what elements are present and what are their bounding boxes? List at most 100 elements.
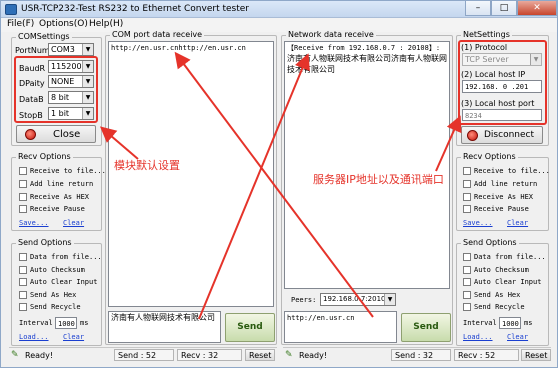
com-settings-title: COMSettings <box>16 32 72 41</box>
annotation-server-ip-port: 服务器IP地址以及通讯端口 <box>313 173 444 186</box>
clear-recv-link[interactable]: Clear <box>63 219 84 227</box>
close-window-button[interactable]: ✕ <box>517 1 557 16</box>
recv-to-file-label: Receive to file... <box>474 167 550 175</box>
status-light-icon <box>25 129 36 140</box>
send-recycle-label: Send Recycle <box>30 303 81 311</box>
auto-checksum-label: Auto Checksum <box>474 266 529 274</box>
close-port-button[interactable]: Close <box>16 125 96 143</box>
highlight-net-settings <box>458 40 547 125</box>
auto-clear-input-checkbox[interactable] <box>19 278 27 286</box>
net-receive-header: 【Receive from 192.168.0.7 : 20108】: <box>287 44 441 52</box>
window-title: USR-TCP232-Test RS232 to Ethernet Conver… <box>21 4 249 14</box>
reset-button[interactable]: Reset <box>521 349 551 361</box>
title-bar: USR-TCP232-Test RS232 to Ethernet Conver… <box>1 1 557 18</box>
send-recycle-checkbox[interactable] <box>463 303 471 311</box>
recv-hex-label: Receive As HEX <box>30 193 90 201</box>
interval-input[interactable]: 1000 <box>55 317 77 329</box>
com-send-button[interactable]: Send <box>225 313 275 342</box>
recv-pause-checkbox[interactable] <box>19 205 27 213</box>
send-hex-checkbox[interactable] <box>463 291 471 299</box>
send-recycle-label: Send Recycle <box>474 303 525 311</box>
auto-clear-input-label: Auto Clear Input <box>474 278 542 286</box>
interval-unit: ms <box>80 319 89 327</box>
send-hex-label: Send As Hex <box>474 291 521 299</box>
menu-options[interactable]: Options(O) <box>39 19 88 29</box>
recv-to-file-checkbox[interactable] <box>463 167 471 175</box>
com-recv-title: Recv Options <box>16 152 73 161</box>
recv-to-file-label: Receive to file... <box>30 167 106 175</box>
net-status-bar: ✎ Ready! Send : 32 Recv : 52 Reset <box>283 347 551 361</box>
send-counter: Send : 52 <box>114 349 174 361</box>
com-send-input[interactable]: 济南有人物联网技术有限公司 <box>108 311 221 343</box>
app-icon <box>5 4 17 15</box>
net-recv-title: Recv Options <box>461 152 518 161</box>
recv-pause-label: Receive Pause <box>30 205 85 213</box>
annotation-default-settings: 模块默认设置 <box>114 159 180 172</box>
chevron-down-icon: ▼ <box>82 44 93 55</box>
com-receive-area[interactable]: http://en.usr.cnhttp://en.usr.cn <box>108 41 274 307</box>
com-status-bar: ✎ Ready! Send : 52 Recv : 32 Reset <box>9 347 277 361</box>
peers-select[interactable]: 192.168.0.7:20108 ▼ <box>320 293 396 306</box>
recv-hex-label: Receive As HEX <box>474 193 534 201</box>
net-send-button[interactable]: Send <box>401 313 451 342</box>
auto-checksum-checkbox[interactable] <box>19 266 27 274</box>
send-counter: Send : 32 <box>391 349 451 361</box>
add-line-return-checkbox[interactable] <box>19 180 27 188</box>
interval-input[interactable]: 1000 <box>499 317 521 329</box>
add-line-return-label: Add line return <box>474 180 538 188</box>
data-from-file-label: Data from file... <box>30 253 102 261</box>
menu-file[interactable]: File(F) <box>7 19 34 29</box>
status-ready: Ready! <box>299 351 328 360</box>
load-link[interactable]: Load... <box>19 333 49 341</box>
auto-clear-input-checkbox[interactable] <box>463 278 471 286</box>
net-send-input[interactable]: http://en.usr.cn <box>284 311 397 343</box>
data-from-file-label: Data from file... <box>474 253 546 261</box>
recv-counter: Recv : 52 <box>454 349 519 361</box>
add-line-return-label: Add line return <box>30 180 94 188</box>
clear-recv-link[interactable]: Clear <box>507 219 528 227</box>
send-hex-checkbox[interactable] <box>19 291 27 299</box>
reset-button[interactable]: Reset <box>245 349 275 361</box>
auto-checksum-checkbox[interactable] <box>463 266 471 274</box>
save-link[interactable]: Save... <box>19 219 49 227</box>
net-receive-area[interactable]: 【Receive from 192.168.0.7 : 20108】: 济南有人… <box>284 41 450 289</box>
net-receive-body: 济南有人物联网技术有限公司济南有人物联网技术有限公司 <box>287 54 447 74</box>
auto-clear-input-label: Auto Clear Input <box>30 278 98 286</box>
chevron-down-icon: ▼ <box>384 294 395 305</box>
interval-label: Interval <box>463 319 497 327</box>
clear-send-link[interactable]: Clear <box>63 333 84 341</box>
net-send-title: Send Options <box>461 238 519 247</box>
add-line-return-checkbox[interactable] <box>463 180 471 188</box>
recv-pause-checkbox[interactable] <box>463 205 471 213</box>
menu-help[interactable]: Help(H) <box>89 19 123 29</box>
minimize-button[interactable]: – <box>465 1 491 16</box>
load-link[interactable]: Load... <box>463 333 493 341</box>
interval-unit: ms <box>524 319 533 327</box>
recv-pause-label: Receive Pause <box>474 205 529 213</box>
recv-to-file-checkbox[interactable] <box>19 167 27 175</box>
app-window: USR-TCP232-Test RS232 to Ethernet Conver… <box>0 0 558 368</box>
port-select[interactable]: COM3 ▼ <box>48 43 94 56</box>
status-ready: Ready! <box>25 351 54 360</box>
com-send-title: Send Options <box>16 238 74 247</box>
recv-hex-checkbox[interactable] <box>19 193 27 201</box>
send-hex-label: Send As Hex <box>30 291 77 299</box>
recv-hex-checkbox[interactable] <box>463 193 471 201</box>
disconnect-button[interactable]: Disconnect <box>461 126 543 144</box>
ready-icon: ✎ <box>285 350 293 360</box>
data-from-file-checkbox[interactable] <box>19 253 27 261</box>
send-recycle-checkbox[interactable] <box>19 303 27 311</box>
net-data-title: Network data receive <box>286 30 376 39</box>
highlight-com-settings <box>14 56 98 123</box>
clear-send-link[interactable]: Clear <box>507 333 528 341</box>
status-light-icon <box>467 130 478 141</box>
recv-counter: Recv : 32 <box>177 349 242 361</box>
auto-checksum-label: Auto Checksum <box>30 266 85 274</box>
port-label: PortNum <box>15 46 50 55</box>
net-settings-title: NetSettings <box>461 30 512 39</box>
maximize-button[interactable]: □ <box>491 1 517 16</box>
interval-label: Interval <box>19 319 53 327</box>
save-link[interactable]: Save... <box>463 219 493 227</box>
ready-icon: ✎ <box>11 350 19 360</box>
data-from-file-checkbox[interactable] <box>463 253 471 261</box>
